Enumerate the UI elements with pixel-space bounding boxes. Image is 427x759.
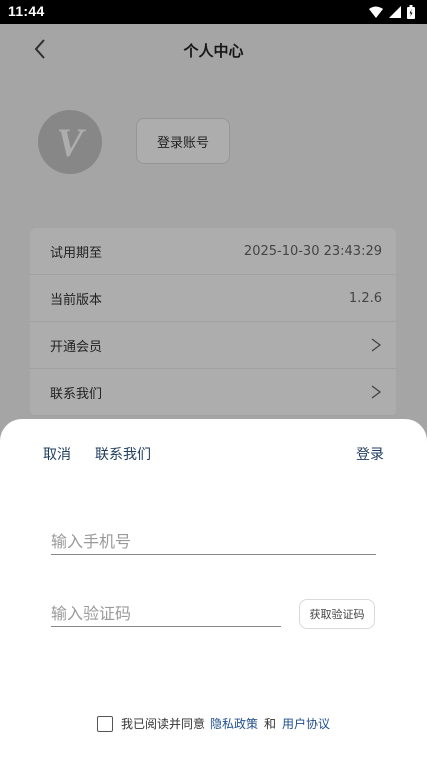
- wifi-icon: [369, 6, 383, 18]
- cancel-button[interactable]: 取消: [43, 444, 71, 464]
- get-code-button[interactable]: 获取验证码: [299, 599, 375, 629]
- and-text: 和: [264, 717, 277, 731]
- privacy-policy-link[interactable]: 隐私政策: [210, 715, 258, 732]
- status-time: 11:44: [8, 3, 45, 19]
- battery-icon: [407, 5, 415, 19]
- agree-text: 我已阅读并同意: [120, 717, 205, 731]
- signal-icon: [389, 6, 401, 18]
- agree-checkbox[interactable]: [96, 715, 113, 732]
- login-button[interactable]: 登录: [356, 444, 384, 464]
- status-bar: 11:44: [0, 0, 427, 24]
- contact-us-button[interactable]: 联系我们: [95, 444, 151, 464]
- agreement-row: 我已阅读并同意 隐私政策 和 用户协议: [0, 715, 427, 732]
- status-icons: [369, 4, 415, 20]
- user-agreement-link[interactable]: 用户协议: [282, 715, 330, 732]
- phone-input[interactable]: 输入手机号: [51, 526, 376, 555]
- verification-code-input[interactable]: 输入验证码: [51, 598, 281, 627]
- login-sheet: 取消 联系我们 登录 输入手机号 输入验证码 获取验证码 我已阅读并同意 隐私政…: [0, 419, 427, 759]
- phone-placeholder: 输入手机号: [51, 532, 132, 551]
- code-placeholder: 输入验证码: [51, 604, 132, 623]
